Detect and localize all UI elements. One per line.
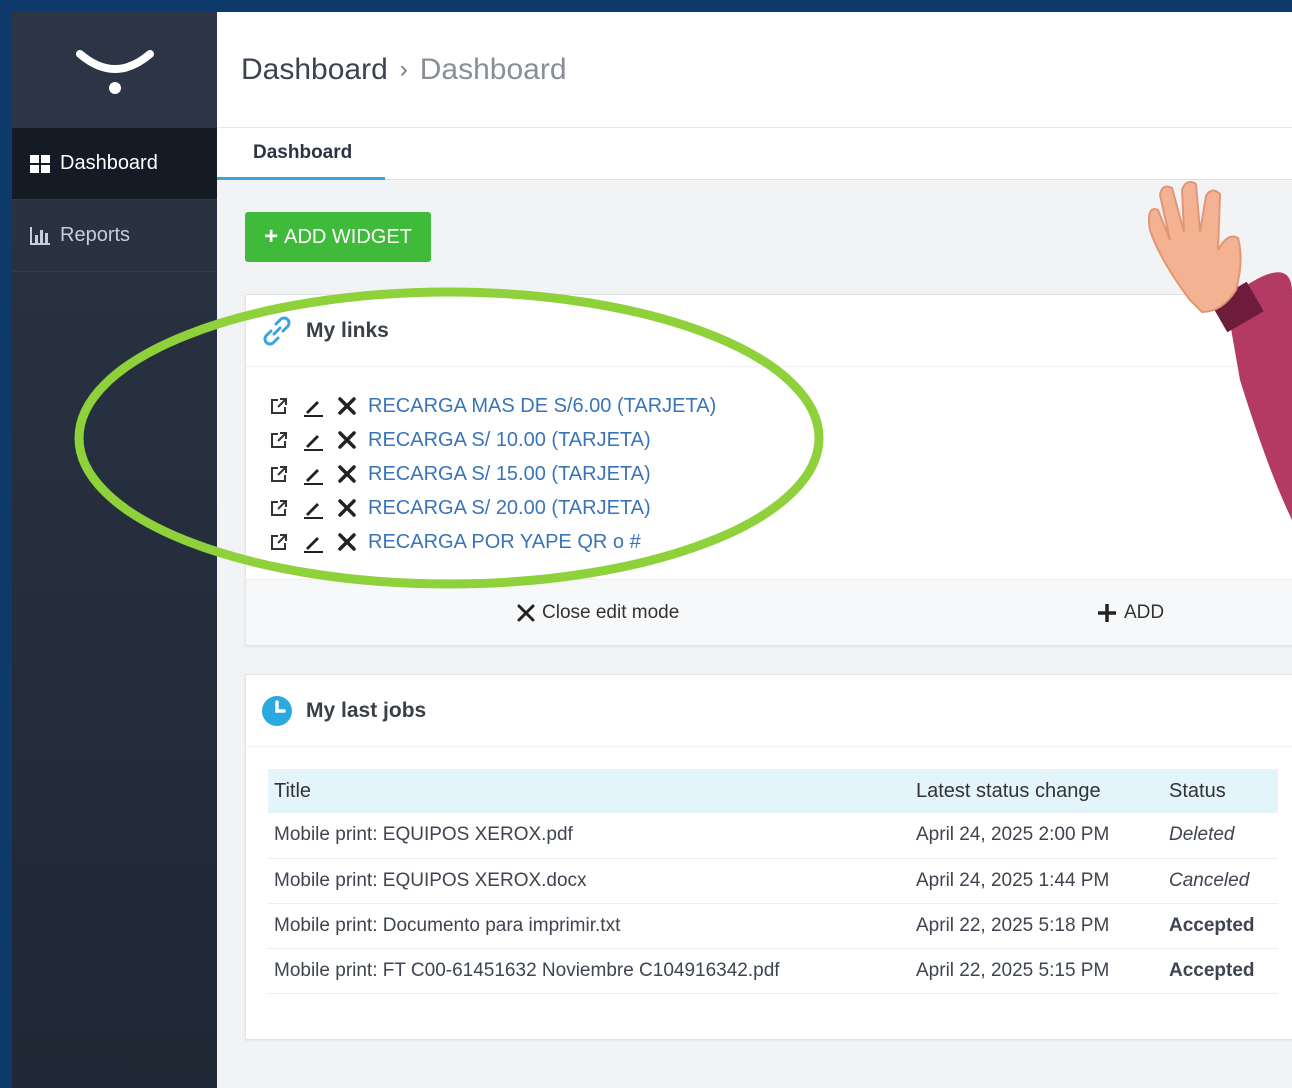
sidebar-item-reports[interactable]: Reports: [12, 200, 217, 272]
sidebar-item-dashboard[interactable]: Dashboard: [12, 128, 217, 200]
links-footer: Close edit mode ADD: [246, 579, 1292, 645]
add-widget-label: ADD WIDGET: [284, 225, 412, 248]
link-text[interactable]: RECARGA S/ 10.00 (TARJETA): [368, 429, 651, 452]
job-title: Mobile print: Documento para imprimir.tx…: [268, 903, 910, 949]
close-edit-mode-button[interactable]: Close edit mode: [516, 602, 679, 624]
links-list: RECARGA MAS DE S/6.00 (TARJETA) RECARGA S…: [246, 367, 1292, 559]
my-links-widget: My links RECARGA MAS DE S/6.00 (TARJETA)…: [245, 294, 1292, 646]
edit-pencil-icon[interactable]: [300, 529, 326, 555]
bar-chart-icon: [30, 226, 50, 245]
column-header-status[interactable]: Status: [1163, 769, 1278, 813]
table-row[interactable]: Mobile print: EQUIPOS XEROX.docx April 24…: [268, 858, 1278, 904]
link-text[interactable]: RECARGA S/ 20.00 (TARJETA): [368, 497, 651, 520]
logo-icon: [75, 50, 154, 94]
breadcrumb-item[interactable]: Dashboard: [241, 53, 388, 87]
dashboard-grid-icon: [30, 154, 50, 173]
delete-x-icon[interactable]: [334, 461, 360, 487]
link-text[interactable]: RECARGA POR YAPE QR o #: [368, 531, 641, 554]
link-item: RECARGA MAS DE S/6.00 (TARJETA): [266, 389, 1292, 423]
table-row[interactable]: Mobile print: Documento para imprimir.tx…: [268, 903, 1278, 949]
table-header-row: Title Latest status change Status: [268, 769, 1278, 813]
logo[interactable]: [12, 12, 217, 128]
job-status: Accepted: [1163, 903, 1278, 949]
close-icon: [517, 604, 535, 621]
breadcrumb-current: Dashboard: [419, 52, 567, 86]
job-status: Accepted: [1163, 948, 1278, 994]
widget-header: My links: [246, 295, 1292, 367]
edit-pencil-icon[interactable]: [300, 427, 326, 453]
delete-x-icon[interactable]: [334, 495, 360, 521]
plus-icon: +: [264, 223, 279, 250]
link-item: RECARGA POR YAPE QR o #: [266, 525, 1292, 559]
column-header-date[interactable]: Latest status change: [910, 769, 1163, 813]
job-date: April 24, 2025 1:44 PM: [910, 858, 1163, 904]
add-link-button[interactable]: ADD: [1096, 602, 1164, 624]
my-last-jobs-widget: My last jobs Title Latest status change …: [245, 674, 1292, 1040]
open-external-icon[interactable]: [266, 461, 292, 487]
job-title: Mobile print: EQUIPOS XEROX.pdf: [268, 813, 910, 859]
widget-title: My links: [306, 318, 389, 342]
open-external-icon[interactable]: [266, 529, 292, 555]
main-content: Dashboard › Dashboard Dashboard + ADD WI…: [217, 12, 1292, 1088]
job-title: Mobile print: EQUIPOS XEROX.docx: [268, 858, 910, 904]
job-date: April 24, 2025 2:00 PM: [910, 813, 1163, 859]
delete-x-icon[interactable]: [334, 427, 360, 453]
link-text[interactable]: RECARGA S/ 15.00 (TARJETA): [368, 463, 651, 486]
app-window: Dashboard Reports Dashboard › Dashboard …: [12, 12, 1292, 1088]
job-status: Canceled: [1163, 858, 1278, 904]
widget-title: My last jobs: [306, 698, 427, 722]
edit-pencil-icon[interactable]: [300, 461, 326, 487]
job-date: April 22, 2025 5:15 PM: [910, 948, 1163, 994]
tab-dashboard[interactable]: Dashboard: [217, 128, 385, 180]
close-edit-mode-label: Close edit mode: [542, 601, 680, 623]
edit-pencil-icon[interactable]: [300, 393, 326, 419]
breadcrumb-separator: ›: [399, 55, 408, 83]
jobs-table: Title Latest status change Status Mobile…: [268, 769, 1278, 994]
widget-header: My last jobs: [246, 675, 1292, 747]
delete-x-icon[interactable]: [334, 393, 360, 419]
add-widget-button[interactable]: + ADD WIDGET: [245, 212, 431, 262]
job-status: Deleted: [1163, 813, 1278, 859]
sidebar: Dashboard Reports: [12, 12, 217, 1088]
plus-icon: [1098, 603, 1116, 622]
open-external-icon[interactable]: [266, 393, 292, 419]
table-row[interactable]: Mobile print: FT C00-61451632 Noviembre …: [268, 948, 1278, 994]
open-external-icon[interactable]: [266, 427, 292, 453]
table-row[interactable]: Mobile print: EQUIPOS XEROX.pdf April 24,…: [268, 813, 1278, 859]
breadcrumb: Dashboard › Dashboard: [217, 12, 1292, 128]
open-external-icon[interactable]: [266, 495, 292, 521]
link-item: RECARGA S/ 20.00 (TARJETA): [266, 491, 1292, 525]
link-item: RECARGA S/ 10.00 (TARJETA): [266, 423, 1292, 457]
add-link-label: ADD: [1124, 601, 1165, 623]
clock-icon: [262, 695, 292, 726]
link-text[interactable]: RECARGA MAS DE S/6.00 (TARJETA): [368, 395, 716, 418]
sidebar-item-label: Dashboard: [60, 152, 158, 174]
delete-x-icon[interactable]: [334, 529, 360, 555]
job-title: Mobile print: FT C00-61451632 Noviembre …: [268, 948, 910, 994]
link-item: RECARGA S/ 15.00 (TARJETA): [266, 457, 1292, 491]
sidebar-item-label: Reports: [60, 224, 131, 246]
job-date: April 22, 2025 5:18 PM: [910, 903, 1163, 949]
edit-pencil-icon[interactable]: [300, 495, 326, 521]
tab-bar: Dashboard: [217, 128, 1292, 180]
column-header-title[interactable]: Title: [268, 769, 910, 813]
link-chain-icon: [263, 316, 291, 345]
